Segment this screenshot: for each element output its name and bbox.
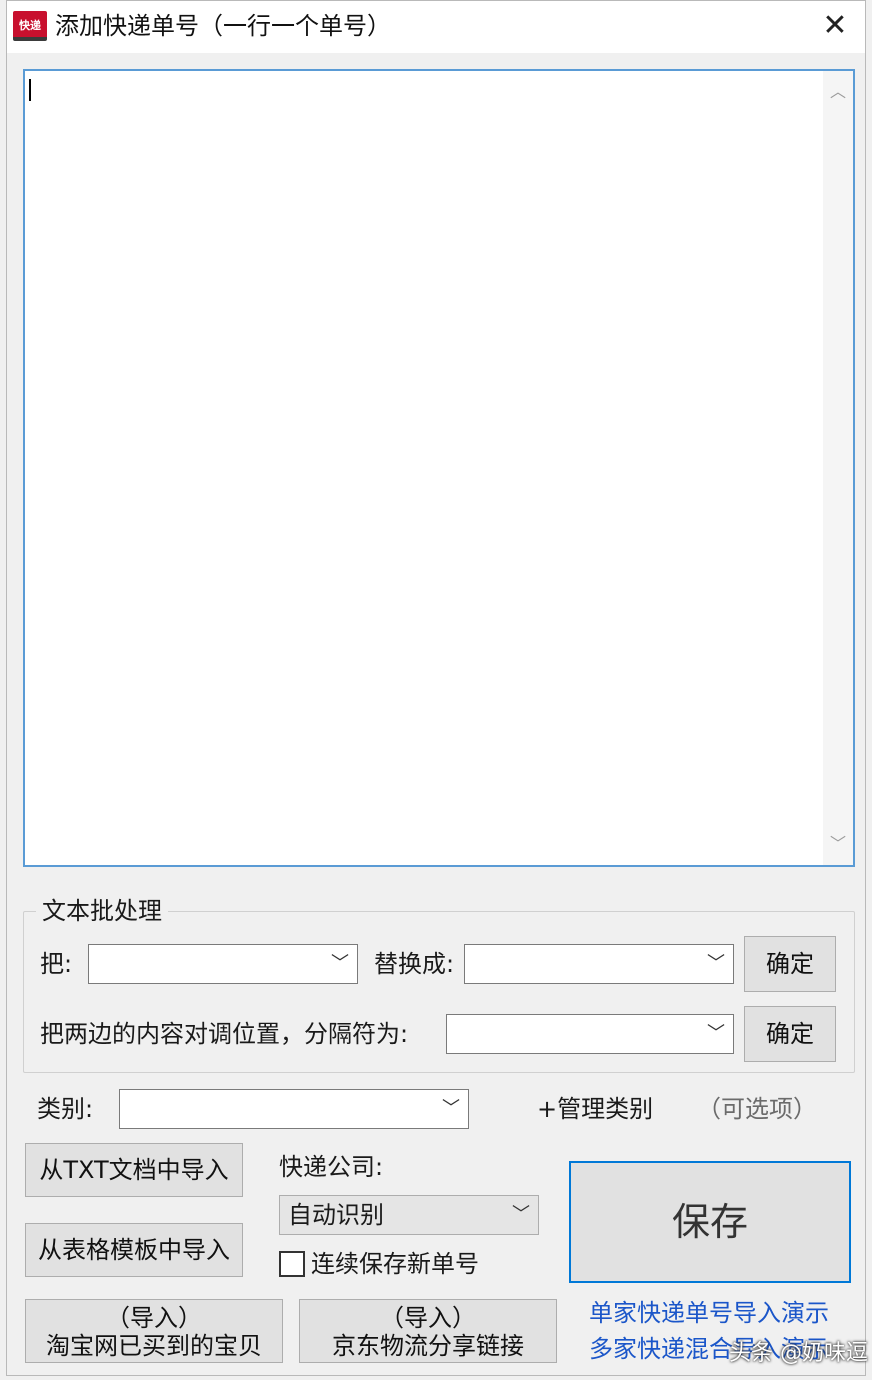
tracking-numbers-textarea[interactable]: ︿ ﹀ bbox=[23, 69, 855, 867]
replace-from-combo[interactable]: ﹀ bbox=[88, 944, 358, 984]
window-title: 添加快递单号（一行一个单号） bbox=[55, 12, 391, 40]
save-button[interactable]: 保存 bbox=[569, 1161, 851, 1283]
text-caret bbox=[29, 79, 31, 101]
import-taobao-button[interactable]: （导入） 淘宝网已买到的宝贝 bbox=[25, 1299, 283, 1363]
swap-label: 把两边的内容对调位置，分隔符为: bbox=[40, 1020, 409, 1048]
watermark-text: 头条 @奶味逗 bbox=[729, 1341, 868, 1366]
replace-confirm-button[interactable]: 确定 bbox=[744, 936, 836, 992]
swap-confirm-button[interactable]: 确定 bbox=[744, 1006, 836, 1062]
chevron-down-icon: ﹀ bbox=[707, 953, 725, 974]
replace-to-combo[interactable]: ﹀ bbox=[464, 944, 734, 984]
category-label: 类别: bbox=[37, 1095, 94, 1123]
chevron-down-icon: ﹀ bbox=[442, 1098, 460, 1119]
import-jd-line2: 京东物流分享链接 bbox=[332, 1332, 524, 1360]
batch-processing-group: 文本批处理 把: ﹀ 替换成: ﹀ 确定 把两边的内容对调位置，分隔符为: ﹀ … bbox=[23, 896, 855, 1073]
category-combo[interactable]: ﹀ bbox=[119, 1089, 469, 1129]
courier-selected-value: 自动识别 bbox=[288, 1201, 384, 1229]
vertical-scrollbar[interactable]: ︿ ﹀ bbox=[823, 71, 853, 865]
import-taobao-line1: （导入） bbox=[106, 1304, 202, 1332]
chevron-down-icon: ﹀ bbox=[331, 953, 349, 974]
continuous-save-label[interactable]: 连续保存新单号 bbox=[311, 1248, 479, 1280]
import-jd-line1: （导入） bbox=[380, 1304, 476, 1332]
single-courier-demo-link[interactable]: 单家快递单号导入演示 bbox=[589, 1297, 829, 1329]
replace-from-label: 把: bbox=[40, 950, 73, 978]
chevron-down-icon: ﹀ bbox=[707, 1023, 725, 1044]
title-bar: 快递 添加快递单号（一行一个单号） ✕ bbox=[7, 1, 865, 53]
replace-to-label: 替换成: bbox=[374, 950, 455, 978]
import-txt-button[interactable]: 从TXT文档中导入 bbox=[25, 1143, 243, 1197]
continuous-save-checkbox[interactable] bbox=[279, 1251, 305, 1277]
import-taobao-line2: 淘宝网已买到的宝贝 bbox=[46, 1332, 262, 1360]
courier-label: 快递公司: bbox=[279, 1153, 384, 1181]
courier-select[interactable]: 自动识别 ﹀ bbox=[279, 1195, 539, 1235]
separator-combo[interactable]: ﹀ bbox=[446, 1014, 734, 1054]
import-jd-button[interactable]: （导入） 京东物流分享链接 bbox=[299, 1299, 557, 1363]
scroll-up-icon[interactable]: ︿ bbox=[823, 75, 853, 109]
batch-group-title: 文本批处理 bbox=[36, 896, 168, 926]
close-icon[interactable]: ✕ bbox=[813, 7, 857, 47]
import-table-button[interactable]: 从表格模板中导入 bbox=[25, 1223, 243, 1277]
dialog-window: 快递 添加快递单号（一行一个单号） ✕ ︿ ﹀ 文本批处理 把: ﹀ 替换成: … bbox=[6, 0, 868, 1376]
app-icon: 快递 bbox=[13, 11, 47, 41]
chevron-down-icon: ﹀ bbox=[512, 1204, 530, 1225]
scroll-down-icon[interactable]: ﹀ bbox=[823, 827, 853, 861]
optional-hint: （可选项） bbox=[697, 1095, 817, 1123]
manage-category-link[interactable]: +管理类别 bbox=[537, 1093, 653, 1125]
